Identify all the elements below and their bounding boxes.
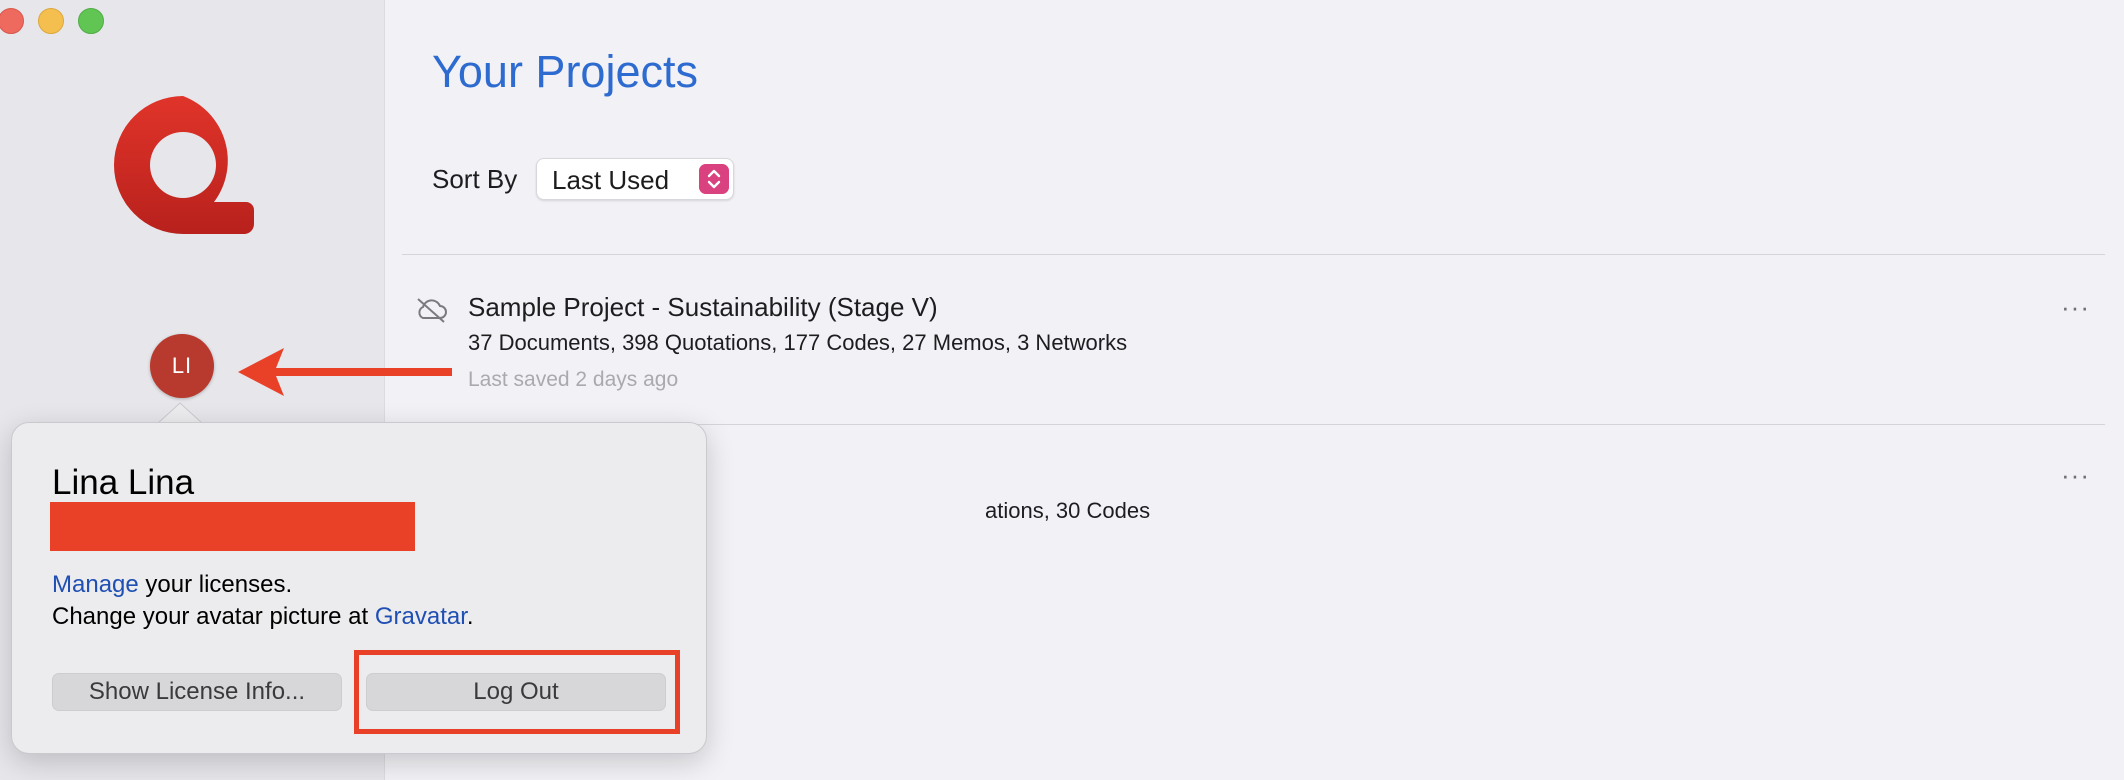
- avatar-change-suffix: .: [466, 603, 474, 630]
- sort-select[interactable]: Last Used: [536, 158, 734, 200]
- project-stats: ations, 30 Codes: [985, 498, 1151, 523]
- atlas-at-logo-icon: [114, 96, 254, 234]
- cloud-off-icon: [417, 298, 447, 323]
- chevron-updown-icon: [699, 164, 729, 194]
- project-row[interactable]: Sample Project - Sustainability (Stage V…: [385, 292, 2124, 402]
- window-minimize-button[interactable]: [38, 8, 64, 34]
- sort-select-value: Last Used: [552, 165, 670, 195]
- page-title: Your Projects: [432, 46, 698, 97]
- divider: [402, 254, 2105, 255]
- annotation-highlight-box: [354, 650, 680, 734]
- avatar-change-label: Change your avatar picture at: [52, 603, 375, 630]
- manage-licenses-text: Manage your licenses.: [52, 571, 292, 599]
- project-last-saved: Last saved 2 days ago: [468, 368, 679, 391]
- window-close-button[interactable]: [0, 8, 24, 34]
- redacted-email: [50, 502, 415, 551]
- popover-arrow: [158, 402, 202, 424]
- project-stats: 37 Documents, 398 Quotations, 177 Codes,…: [468, 330, 1128, 355]
- show-license-info-button[interactable]: Show License Info...: [52, 673, 342, 711]
- more-options-button[interactable]: ···: [2061, 292, 2090, 323]
- avatar[interactable]: LI: [150, 334, 214, 398]
- gravatar-link[interactable]: Gravatar: [375, 603, 467, 630]
- sort-label: Sort By: [432, 164, 518, 194]
- more-options-button[interactable]: ···: [2061, 460, 2090, 491]
- avatar-initials: LI: [171, 353, 193, 378]
- user-name: Lina Lina: [52, 463, 195, 502]
- manage-licenses-label: your licenses.: [138, 571, 293, 598]
- manage-link[interactable]: Manage: [52, 571, 139, 598]
- avatar-change-text: Change your avatar picture at Gravatar.: [52, 603, 474, 631]
- project-name: Sample Project - Sustainability (Stage V…: [468, 292, 938, 322]
- window-zoom-button[interactable]: [78, 8, 104, 34]
